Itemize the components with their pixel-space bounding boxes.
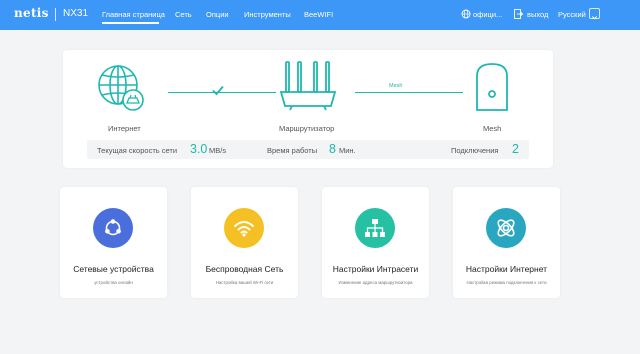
mesh-node-icon[interactable] xyxy=(471,62,513,112)
nav-home[interactable]: Главная страница xyxy=(102,10,165,19)
router-mesh-link xyxy=(355,92,463,93)
card-lan-settings[interactable]: Настройки Интрасети Изменение адреса мар… xyxy=(322,187,429,298)
lan-topology-icon xyxy=(355,208,395,248)
card-subtitle: Настройка вашей Wi-Fi сети xyxy=(215,280,274,285)
nav-beewifi[interactable]: BeeWIFI xyxy=(304,10,333,19)
uptime-unit: Мин. xyxy=(339,146,356,155)
language-dropdown-button[interactable] xyxy=(589,8,600,20)
speed-label: Текущая скорость сети xyxy=(97,146,178,155)
stats-bar: Текущая скорость сети 3.0 MB/s Время раб… xyxy=(87,140,529,159)
top-navigation-bar: netis NX31 Главная страница Сеть Опции И… xyxy=(0,0,640,30)
logout-link[interactable]: выход xyxy=(527,10,548,19)
card-network-devices[interactable]: Сетевые устройства устройства онлайн xyxy=(60,187,167,298)
speed-unit: MB/s xyxy=(209,146,227,155)
speed-value: 3.0 xyxy=(190,142,208,156)
card-title: Беспроводная Сеть xyxy=(205,264,284,274)
language-select[interactable]: Русский xyxy=(558,10,586,19)
share-nodes-icon xyxy=(105,219,121,236)
nav-network[interactable]: Сеть xyxy=(175,10,192,19)
internet-globe-icon[interactable] xyxy=(96,62,146,112)
logo-divider xyxy=(55,8,56,21)
nav-tools[interactable]: Инструменты xyxy=(244,10,291,19)
uptime-label: Время работы xyxy=(267,146,318,155)
internet-label: Интернет xyxy=(108,124,141,133)
card-subtitle: Изменение адреса маршрутизатора xyxy=(338,280,413,285)
card-internet-settings[interactable]: Настройки Интернет Настройка режима подк… xyxy=(453,187,560,298)
router-label: Маршрутизатор xyxy=(279,124,335,133)
uptime-value: 8 xyxy=(329,142,336,156)
official-site-link[interactable]: офици... xyxy=(473,10,502,19)
model-name: NX31 xyxy=(63,8,89,19)
card-title: Сетевые устройства xyxy=(73,264,154,274)
network-status-panel: Интернет Маршрутизатор Mesh Mesh Текущая… xyxy=(63,50,553,168)
router-icon[interactable] xyxy=(278,60,338,112)
checkmark-icon xyxy=(212,85,224,96)
card-title: Настройки Интрасети xyxy=(332,264,419,274)
sitemap-icon xyxy=(365,219,385,237)
network-devices-icon xyxy=(93,208,133,248)
logout-icon[interactable] xyxy=(514,9,523,19)
mesh-label: Mesh xyxy=(483,124,502,133)
mesh-link-label: Mesh xyxy=(389,83,403,89)
globe-icon[interactable] xyxy=(461,9,471,19)
card-subtitle: устройства онлайн xyxy=(94,280,133,285)
brand-logo[interactable]: netis xyxy=(14,6,49,20)
card-subtitle: Настройка режима подключения к сети xyxy=(466,280,547,285)
card-title: Настройки Интернет xyxy=(465,264,548,274)
orbit-globe-icon xyxy=(497,219,515,237)
nav-active-indicator xyxy=(102,22,159,24)
internet-settings-icon xyxy=(486,208,526,248)
wifi-signal-icon xyxy=(234,221,254,237)
connections-label: Подключения xyxy=(451,146,499,155)
chevron-down-icon xyxy=(591,16,598,20)
nav-options[interactable]: Опции xyxy=(206,10,229,19)
card-wireless[interactable]: Беспроводная Сеть Настройка вашей Wi-Fi … xyxy=(191,187,298,298)
connections-value: 2 xyxy=(512,142,519,156)
wifi-icon xyxy=(224,208,264,248)
